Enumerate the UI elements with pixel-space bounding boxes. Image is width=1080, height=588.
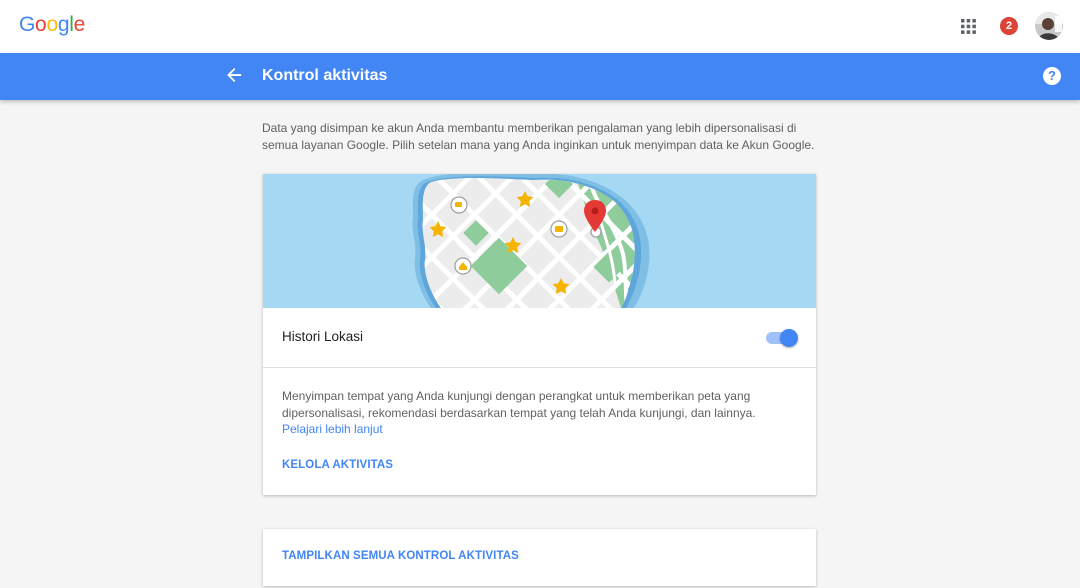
all-activity-controls-card: TAMPILKAN SEMUA KONTROL AKTIVITAS <box>263 529 816 586</box>
page-title: Kontrol aktivitas <box>262 67 388 84</box>
top-bar: Google 2 <box>0 0 1080 53</box>
logo-letter: g <box>57 13 70 36</box>
apps-grid-icon[interactable] <box>961 19 976 34</box>
toggle-thumb <box>780 329 798 347</box>
location-history-card: Histori Lokasi Menyimpan tempat yang And… <box>263 174 816 495</box>
intro-text: Data yang disimpan ke akun Anda membantu… <box>262 121 815 152</box>
manage-activity-button[interactable]: KELOLA AKTIVITAS <box>282 459 393 471</box>
location-history-label: Histori Lokasi <box>282 329 364 344</box>
logo-letter: e <box>73 13 86 36</box>
user-avatar-icon <box>1035 12 1063 40</box>
google-logo[interactable]: Google <box>19 13 85 37</box>
arrow-back-icon[interactable] <box>226 67 244 85</box>
notification-badge[interactable]: 2 <box>1000 17 1018 35</box>
map-illustration <box>263 174 816 308</box>
location-history-row: Histori Lokasi <box>263 308 816 368</box>
location-history-description: Menyimpan tempat yang Anda kunjungi deng… <box>282 389 756 420</box>
show-all-activity-controls-button[interactable]: TAMPILKAN SEMUA KONTROL AKTIVITAS <box>282 550 519 562</box>
learn-more-link[interactable]: Pelajari lebih lanjut <box>282 422 383 436</box>
page-header: Kontrol aktivitas ? <box>0 53 1080 100</box>
avatar[interactable] <box>1035 12 1063 40</box>
location-history-toggle[interactable] <box>766 328 799 348</box>
logo-letter: o <box>46 13 58 36</box>
help-icon[interactable]: ? <box>1043 67 1061 85</box>
logo-letter: G <box>19 13 36 36</box>
logo-letter: o <box>35 13 47 36</box>
